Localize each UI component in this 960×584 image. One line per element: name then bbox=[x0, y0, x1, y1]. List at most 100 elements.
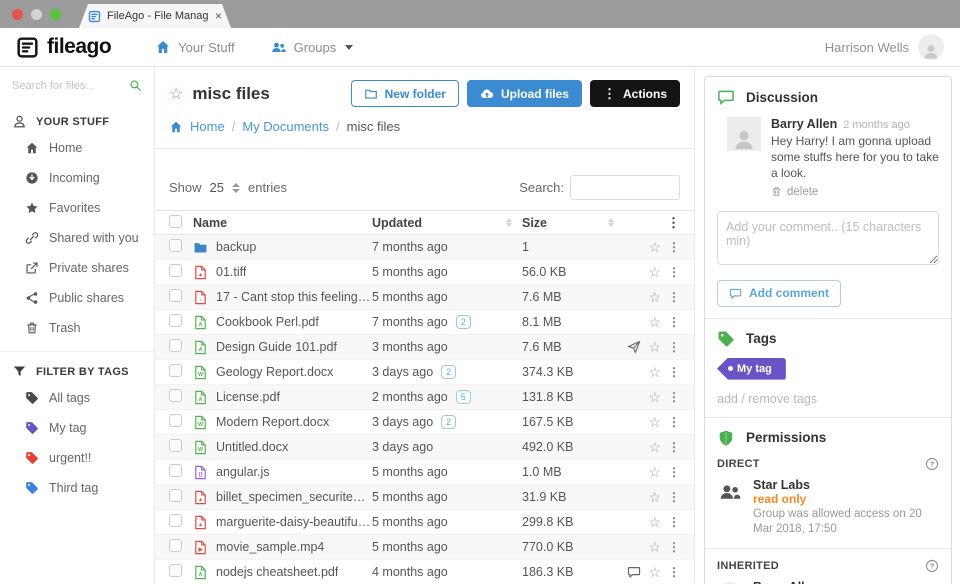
sidebar-item-trash[interactable]: Trash bbox=[0, 313, 154, 343]
table-row[interactable]: W Untitled.docx 3 days ago 492.0 KB ☆ ⋮ bbox=[155, 435, 694, 460]
row-checkbox[interactable] bbox=[169, 339, 182, 352]
breadcrumb-item-home[interactable]: Home bbox=[190, 119, 225, 134]
row-menu-icon[interactable]: ⋮ bbox=[668, 265, 680, 279]
favorite-star-icon[interactable]: ☆ bbox=[648, 264, 661, 281]
user-menu[interactable]: Harrison Wells bbox=[825, 34, 944, 60]
file-name[interactable]: Geology Report.docx bbox=[216, 365, 333, 379]
browser-tab[interactable]: FileAgo - File Manager × bbox=[79, 4, 231, 28]
select-all-checkbox[interactable] bbox=[169, 214, 182, 228]
file-name[interactable]: movie_sample.mp4 bbox=[216, 540, 324, 554]
favorite-star-icon[interactable]: ☆ bbox=[648, 239, 661, 256]
file-name[interactable]: 01.tiff bbox=[216, 265, 246, 279]
help-icon[interactable]: ? bbox=[925, 559, 939, 573]
user-avatar[interactable] bbox=[918, 34, 944, 60]
row-checkbox[interactable] bbox=[169, 239, 182, 252]
row-checkbox[interactable] bbox=[169, 289, 182, 302]
version-badge[interactable]: 2 bbox=[455, 315, 471, 329]
favorite-star-icon[interactable]: ☆ bbox=[648, 539, 661, 556]
file-name[interactable]: Modern Report.docx bbox=[216, 415, 329, 429]
column-updated[interactable]: Updated bbox=[372, 216, 522, 230]
favorite-star-icon[interactable]: ☆ bbox=[648, 489, 661, 506]
favorite-folder-star-icon[interactable]: ☆ bbox=[169, 84, 183, 104]
file-name[interactable]: Cookbook Perl.pdf bbox=[216, 315, 319, 329]
table-search-input[interactable] bbox=[570, 175, 680, 200]
version-badge[interactable]: 2 bbox=[441, 415, 457, 429]
column-size[interactable]: Size bbox=[522, 216, 624, 230]
table-row[interactable]: ▲ marguerite-daisy-beautiful-beauty.jpg … bbox=[155, 510, 694, 535]
file-name[interactable]: backup bbox=[216, 240, 256, 254]
row-menu-icon[interactable]: ⋮ bbox=[668, 490, 680, 504]
table-row[interactable]: backup 7 months ago 1 ☆ ⋮ bbox=[155, 235, 694, 260]
tab-close-icon[interactable]: × bbox=[215, 9, 222, 23]
table-row[interactable]: A License.pdf 2 months ago 5 131.8 KB ☆ ⋮ bbox=[155, 385, 694, 410]
sidebar-item-private-shares[interactable]: Private shares bbox=[0, 253, 154, 283]
row-menu-icon[interactable]: ⋮ bbox=[668, 365, 680, 379]
row-checkbox[interactable] bbox=[169, 364, 182, 377]
file-name[interactable]: Design Guide 101.pdf bbox=[216, 340, 337, 354]
row-checkbox[interactable] bbox=[169, 489, 182, 502]
row-menu-icon[interactable]: ⋮ bbox=[668, 440, 680, 454]
row-menu-icon[interactable]: ⋮ bbox=[668, 415, 680, 429]
favorite-star-icon[interactable]: ☆ bbox=[648, 364, 661, 381]
minimize-window-button[interactable] bbox=[31, 8, 42, 20]
sidebar-item-favorites[interactable]: Favorites bbox=[0, 193, 154, 223]
table-row[interactable]: ▶ movie_sample.mp4 5 months ago 770.0 KB… bbox=[155, 535, 694, 560]
row-checkbox[interactable] bbox=[169, 314, 182, 327]
table-row[interactable]: W Geology Report.docx 3 days ago 2 374.3 … bbox=[155, 360, 694, 385]
delete-comment-link[interactable]: delete bbox=[771, 186, 939, 198]
sidebar-tag-all-tags[interactable]: All tags bbox=[0, 383, 154, 413]
row-menu-icon[interactable]: ⋮ bbox=[668, 290, 680, 304]
table-row[interactable]: W Modern Report.docx 3 days ago 2 167.5 K… bbox=[155, 410, 694, 435]
table-row[interactable]: A Cookbook Perl.pdf 7 months ago 2 8.1 MB… bbox=[155, 310, 694, 335]
row-menu-icon[interactable]: ⋮ bbox=[668, 340, 680, 354]
add-comment-button[interactable]: Add comment bbox=[717, 279, 842, 307]
nav-groups[interactable]: Groups bbox=[271, 39, 354, 55]
row-checkbox[interactable] bbox=[169, 264, 182, 277]
row-menu-icon[interactable]: ⋮ bbox=[668, 565, 680, 579]
row-checkbox[interactable] bbox=[169, 464, 182, 477]
favorite-star-icon[interactable]: ☆ bbox=[648, 314, 661, 331]
sidebar-item-public-shares[interactable]: Public shares bbox=[0, 283, 154, 313]
row-checkbox[interactable] bbox=[169, 389, 182, 402]
row-checkbox[interactable] bbox=[169, 539, 182, 552]
close-window-button[interactable] bbox=[12, 8, 23, 20]
favorite-star-icon[interactable]: ☆ bbox=[648, 564, 661, 581]
nav-your-stuff[interactable]: Your Stuff bbox=[155, 39, 235, 55]
search-files-input[interactable] bbox=[12, 79, 129, 92]
file-name[interactable]: Untitled.docx bbox=[216, 440, 288, 454]
file-name[interactable]: License.pdf bbox=[216, 390, 280, 404]
version-badge[interactable]: 5 bbox=[455, 390, 471, 404]
tag-chip-my-tag[interactable]: My tag bbox=[717, 357, 786, 380]
entries-select[interactable]: 25 bbox=[210, 180, 224, 195]
table-row[interactable]: ♪ 17 - Cant stop this feeling.mp3 5 mont… bbox=[155, 285, 694, 310]
add-remove-tags-link[interactable]: add / remove tags bbox=[717, 392, 939, 406]
file-name[interactable]: nodejs cheatsheet.pdf bbox=[216, 565, 338, 579]
fileago-logo[interactable]: fileago bbox=[16, 35, 112, 59]
table-row[interactable]: ▲ 01.tiff 5 months ago 56.0 KB ☆ ⋮ bbox=[155, 260, 694, 285]
favorite-star-icon[interactable]: ☆ bbox=[648, 514, 661, 531]
file-name[interactable]: marguerite-daisy-beautiful-beauty.jpg bbox=[216, 515, 372, 529]
favorite-star-icon[interactable]: ☆ bbox=[648, 339, 661, 356]
home-icon[interactable] bbox=[169, 120, 183, 134]
new-folder-button[interactable]: New folder bbox=[350, 80, 459, 107]
table-row[interactable]: ▲ billet_specimen_securite2.jpg 5 months… bbox=[155, 485, 694, 510]
comment-author[interactable]: Barry Allen bbox=[771, 117, 837, 131]
sort-icon[interactable] bbox=[506, 218, 512, 227]
favorite-star-icon[interactable]: ☆ bbox=[648, 414, 661, 431]
sidebar-item-home[interactable]: Home bbox=[0, 133, 154, 163]
sidebar-tag-third-tag[interactable]: Third tag bbox=[0, 473, 154, 503]
file-name[interactable]: billet_specimen_securite2.jpg bbox=[216, 490, 372, 504]
breadcrumb-item-my-documents[interactable]: My Documents bbox=[242, 119, 329, 134]
row-checkbox[interactable] bbox=[169, 439, 182, 452]
row-menu-icon[interactable]: ⋮ bbox=[668, 315, 680, 329]
row-checkbox[interactable] bbox=[169, 564, 182, 577]
maximize-window-button[interactable] bbox=[50, 8, 61, 20]
table-menu-icon[interactable]: ⋮ bbox=[667, 215, 680, 231]
sidebar-item-incoming[interactable]: Incoming bbox=[0, 163, 154, 193]
upload-files-button[interactable]: Upload files bbox=[466, 80, 582, 107]
file-name[interactable]: 17 - Cant stop this feeling.mp3 bbox=[216, 290, 372, 304]
comment-input[interactable] bbox=[717, 210, 939, 265]
row-menu-icon[interactable]: ⋮ bbox=[668, 240, 680, 254]
table-row[interactable]: A Design Guide 101.pdf 3 months ago 7.6 … bbox=[155, 335, 694, 360]
table-row[interactable]: A nodejs cheatsheet.pdf 4 months ago 186… bbox=[155, 560, 694, 583]
